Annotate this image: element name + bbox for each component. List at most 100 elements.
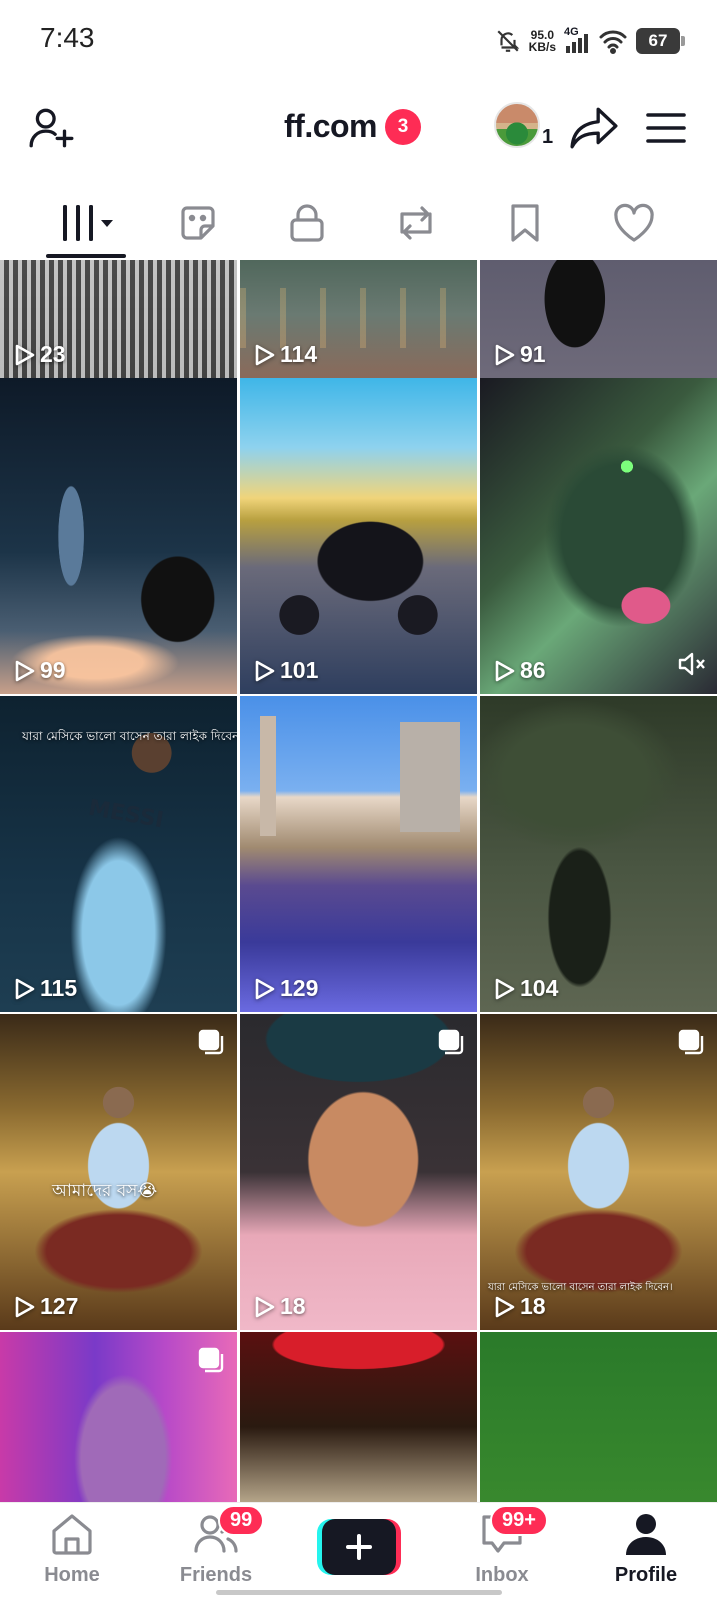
play-icon [15,1296,35,1317]
video-tile[interactable] [240,1332,477,1502]
page-title: ff.com [284,108,378,144]
heart-icon [613,203,654,242]
menu-button[interactable] [640,102,692,154]
bottom-nav: Home 99 Friends 99+ Inbox Profile [0,1502,718,1600]
multi-photo-indicator [437,1028,465,1061]
status-bar: 7:43 95.0 KB/s 4G 67 [0,0,718,80]
share-icon [570,107,618,149]
video-tile[interactable]: 86 [480,378,717,694]
grid-icon [62,205,113,241]
tab-favorites[interactable] [470,186,579,260]
view-count: 18 [520,1293,546,1319]
carousel-icon [198,1029,224,1055]
add-user-button[interactable] [24,100,80,156]
bookmark-icon [510,204,539,242]
bell-muted-icon [497,30,519,52]
view-count: 127 [40,1293,79,1319]
tab-videos[interactable] [34,186,143,260]
battery-icon: 67 [636,28,685,54]
play-icon [495,978,515,999]
play-icon [255,1296,275,1317]
carousel-icon [438,1029,464,1055]
active-tab-indicator [46,254,126,258]
video-tile[interactable]: যারা মেসিকে ভালো বাসেন তারা লাইক দিবেন। … [0,696,237,1012]
video-tile[interactable] [0,1332,237,1502]
nav-friends[interactable]: 99 Friends [156,1505,276,1587]
nav-inbox-label: Inbox [475,1564,529,1586]
view-count: 115 [40,975,78,1001]
view-count: 91 [520,341,546,367]
profile-icon [626,1514,666,1555]
nav-friends-label: Friends [179,1564,253,1586]
video-grid: 23 114 91 99 101 86 যারা মেসিকে ভালো বাস… [0,260,718,1502]
wifi-icon [599,30,627,54]
sticker-icon [180,206,215,240]
friends-badge: 99 [218,1505,265,1536]
create-button[interactable] [317,1519,401,1575]
tab-reposts[interactable] [361,186,470,260]
play-icon [495,660,515,681]
profile-header: ff.com 3 1 [0,90,718,168]
status-icons: 95.0 KB/s 4G 67 [495,24,685,58]
view-count: 99 [40,657,66,683]
video-tile[interactable] [480,1332,717,1502]
view-count: 101 [280,657,319,683]
profile-tabs [0,186,718,260]
tab-liked[interactable] [579,186,688,260]
view-count: 114 [280,341,318,367]
home-indicator [216,1590,502,1595]
play-icon [15,978,35,999]
multi-photo-indicator [677,1028,705,1061]
avatar[interactable] [494,102,540,148]
nav-profile[interactable]: Profile [586,1511,706,1587]
nav-inbox[interactable]: 99+ Inbox [442,1505,562,1587]
net-speed: 95.0 KB/s [528,28,556,54]
video-tile[interactable]: 104 [480,696,717,1012]
video-caption: যারা মেসিকে ভালো বাসেন তারা লাইক দিবেন। [22,729,237,743]
multi-photo-indicator [197,1346,225,1379]
notification-badge: 3 [385,108,421,145]
status-time: 7:43 [40,22,95,53]
signal-icon: 4G [564,26,590,54]
play-icon [15,344,35,365]
video-tile[interactable]: 99 [0,378,237,694]
muted-icon [678,652,705,676]
play-icon [15,660,35,681]
play-icon [255,344,275,365]
view-count: 23 [40,341,66,367]
play-icon [495,344,515,365]
mute-button[interactable] [677,651,707,682]
play-icon [255,660,275,681]
repost-icon [399,206,432,240]
plus-icon [346,1534,372,1560]
nav-home-label: Home [44,1564,100,1586]
inbox-badge: 99+ [490,1505,548,1536]
nav-profile-label: Profile [614,1564,678,1586]
tab-stickers[interactable] [143,186,252,260]
video-caption: আমাদের বস😭 [52,1181,158,1201]
video-tile[interactable]: 129 [240,696,477,1012]
jersey-text: MESSI [86,795,166,834]
carousel-icon [198,1347,224,1373]
video-tile[interactable]: আমাদের বস😭 127 [0,1014,237,1330]
play-icon [255,978,275,999]
menu-icon [646,113,686,143]
nav-home[interactable]: Home [12,1511,132,1587]
video-tile[interactable]: 91 [480,260,717,378]
play-icon [495,1296,515,1317]
avatar-count: 1 [542,126,554,148]
lock-icon [289,204,324,242]
home-icon [52,1514,92,1555]
video-tile[interactable]: 23 [0,260,237,378]
share-button[interactable] [566,100,622,156]
video-tile[interactable]: যারা মেসিকে ভালো বাসেন তারা লাইক দিবেন। … [480,1014,717,1330]
view-count: 129 [280,975,319,1001]
carousel-icon [678,1029,704,1055]
video-tile[interactable]: 114 [240,260,477,378]
video-tile[interactable]: 101 [240,378,477,694]
add-user-icon [29,108,74,148]
account-switcher[interactable]: ff.com 3 [284,108,421,145]
multi-photo-indicator [197,1028,225,1061]
tab-private[interactable] [252,186,361,260]
video-tile[interactable]: 18 [240,1014,477,1330]
